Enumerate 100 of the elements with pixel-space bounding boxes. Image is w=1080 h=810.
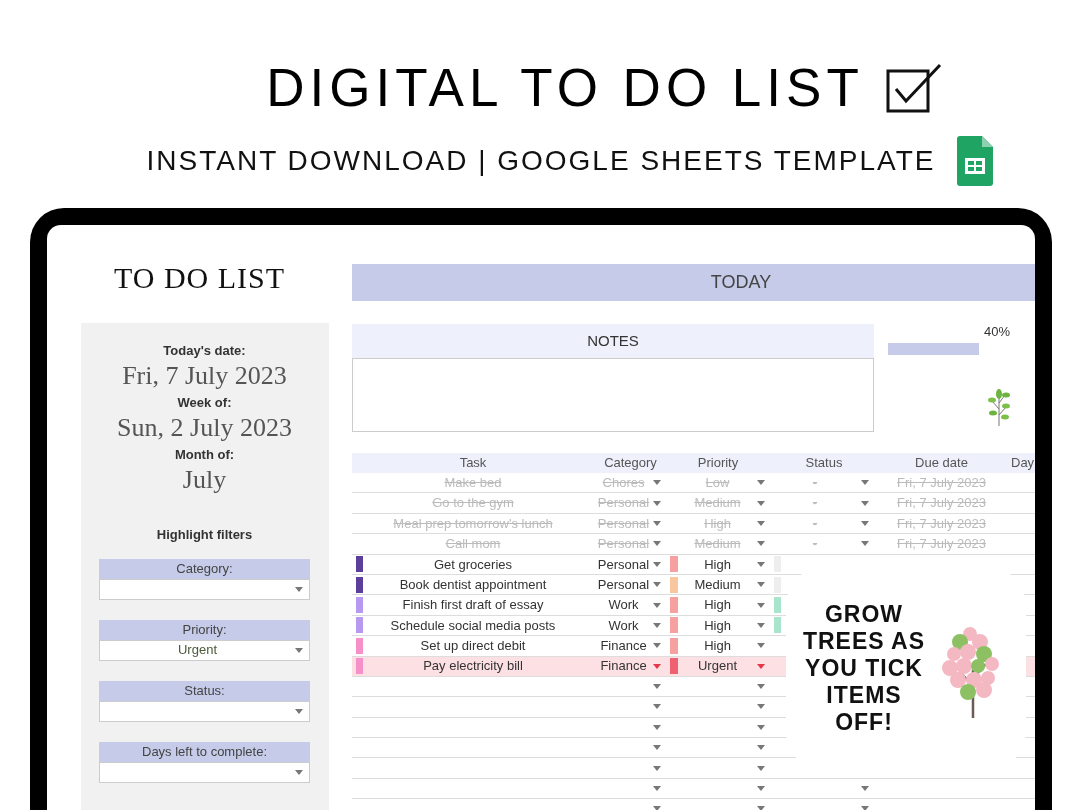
dropdown-arrow-icon[interactable] <box>653 643 661 649</box>
dropdown-arrow-icon[interactable] <box>861 806 869 810</box>
dropdown-arrow-icon[interactable] <box>757 582 765 588</box>
dropdown-arrow-icon[interactable] <box>653 500 661 506</box>
filter-dropdown[interactable]: Urgent <box>99 639 310 661</box>
filter-label: Priority: <box>99 619 310 640</box>
task-cell-text: Schedule social media posts <box>389 616 557 635</box>
dropdown-arrow-icon[interactable] <box>861 521 869 526</box>
priority-cell-text: Low <box>704 473 731 492</box>
filter-label: Status: <box>99 680 310 701</box>
dropdown-arrow-icon[interactable] <box>757 643 765 649</box>
dropdown-arrow-icon[interactable] <box>653 684 661 690</box>
priority-cell-text: High <box>703 555 732 574</box>
dropdown-arrow-icon[interactable] <box>757 521 765 526</box>
dropdown-arrow-icon[interactable] <box>757 704 765 710</box>
dropdown-arrow-icon[interactable] <box>861 541 869 547</box>
dropdown-arrow-icon[interactable] <box>757 724 765 730</box>
dropdown-arrow-icon[interactable] <box>653 724 661 730</box>
category-cell-text: Work <box>607 616 640 635</box>
dropdown-arrow-icon[interactable] <box>295 586 303 592</box>
date-label: Week of: <box>177 395 232 411</box>
category-cell-text: Personal <box>596 535 651 554</box>
due-date-cell: Fri, 7 July 2023 <box>897 495 986 511</box>
dropdown-arrow-icon[interactable] <box>653 602 661 608</box>
dropdown-arrow-icon[interactable] <box>653 765 661 771</box>
priority-cell-text: Medium <box>693 535 742 554</box>
category-cell-text: Finance <box>599 637 648 656</box>
column-header: Day <box>1010 454 1035 472</box>
date-label: Month of: <box>174 447 235 463</box>
dropdown-arrow-icon[interactable] <box>653 786 661 792</box>
task-cell-text: Pay electricity bill <box>422 657 524 676</box>
notes-field[interactable] <box>352 358 874 432</box>
dropdown-arrow-icon[interactable] <box>757 786 765 792</box>
spreadsheet-icon <box>957 136 994 186</box>
dropdown-arrow-icon[interactable] <box>653 582 661 588</box>
dropdown-arrow-icon[interactable] <box>757 622 765 628</box>
dropdown-arrow-icon[interactable] <box>757 602 765 608</box>
column-header: Due date <box>914 454 969 472</box>
dropdown-arrow-icon[interactable] <box>295 769 303 775</box>
dropdown-arrow-icon[interactable] <box>653 521 661 526</box>
category-cell-text: Personal <box>596 555 651 574</box>
column-header: Priority <box>696 454 740 472</box>
category-cell-text: Personal <box>596 575 651 594</box>
dropdown-arrow-icon[interactable] <box>653 663 661 669</box>
filter-label: Days left to complete: <box>99 741 310 762</box>
filters-title: Highlight filters <box>156 526 253 544</box>
dropdown-arrow-icon[interactable] <box>653 704 661 710</box>
dropdown-arrow-icon[interactable] <box>861 786 869 792</box>
dropdown-arrow-icon[interactable] <box>757 541 765 547</box>
task-cell-text: Go to the gym <box>431 494 515 513</box>
column-header: Category <box>603 454 658 472</box>
dropdown-arrow-icon[interactable] <box>757 663 765 669</box>
dropdown-arrow-icon[interactable] <box>757 500 765 506</box>
dropdown-arrow-icon[interactable] <box>295 647 303 653</box>
progress-reading: 40% <box>983 324 1010 340</box>
dropdown-arrow-icon[interactable] <box>295 708 303 714</box>
category-cell-text: Finance <box>599 657 648 676</box>
filter-label: Category: <box>99 558 310 579</box>
priority-cell-text: Medium <box>693 494 742 513</box>
dropdown-arrow-icon[interactable] <box>757 806 765 810</box>
dropdown-arrow-icon[interactable] <box>653 541 661 547</box>
task-cell-text: Meal prep tomorrow's lunch <box>392 514 554 533</box>
due-date-cell: Fri, 7 July 2023 <box>897 515 986 531</box>
category-cell-text: Chores <box>601 473 646 492</box>
dropdown-arrow-icon[interactable] <box>653 480 661 486</box>
task-cell-text: Book dentist appointment <box>398 575 548 594</box>
category-cell-text: Work <box>607 596 640 615</box>
dropdown-arrow-icon[interactable] <box>861 480 869 486</box>
priority-cell-text: High <box>703 596 732 615</box>
dropdown-arrow-icon[interactable] <box>757 765 765 771</box>
dropdown-arrow-icon[interactable] <box>653 622 661 628</box>
dropdown-arrow-icon[interactable] <box>757 745 765 751</box>
status-cell-text: - <box>811 514 819 533</box>
status-cell-text: - <box>811 473 819 492</box>
task-cell-text: Make bed <box>443 473 503 492</box>
category-cell-text: Personal <box>596 514 651 533</box>
task-cell-text: Get groceries <box>432 555 513 574</box>
due-date-cell: Fri, 7 July 2023 <box>897 474 986 490</box>
dropdown-arrow-icon[interactable] <box>653 745 661 751</box>
priority-cell-text: High <box>703 616 732 635</box>
dropdown-arrow-icon[interactable] <box>861 500 869 506</box>
priority-cell-text: High <box>703 514 732 533</box>
status-cell-text: - <box>811 494 819 513</box>
notes-header: NOTES <box>352 324 874 358</box>
category-cell-text: Personal <box>596 494 651 513</box>
date-label: Today's date: <box>163 343 246 359</box>
dropdown-arrow-icon[interactable] <box>757 561 765 567</box>
task-cell-text: Set up direct debit <box>419 637 527 656</box>
sheet-title: TO DO LIST <box>113 260 286 295</box>
task-cell-text: Call mom <box>444 535 502 554</box>
date-value: Fri, 7 July 2023 <box>122 360 287 392</box>
dropdown-arrow-icon[interactable] <box>757 480 765 486</box>
task-cell-text: Finish first draft of essay <box>401 596 545 615</box>
dropdown-arrow-icon[interactable] <box>653 561 661 567</box>
status-cell-text: - <box>811 535 819 554</box>
page-title: DIGITAL TO DO LIST <box>266 58 864 118</box>
dropdown-arrow-icon[interactable] <box>757 684 765 690</box>
page-subtitle: INSTANT DOWNLOAD | GOOGLE SHEETS TEMPLATE <box>146 144 936 178</box>
dropdown-arrow-icon[interactable] <box>653 806 661 810</box>
priority-cell-text: Medium <box>693 575 742 594</box>
